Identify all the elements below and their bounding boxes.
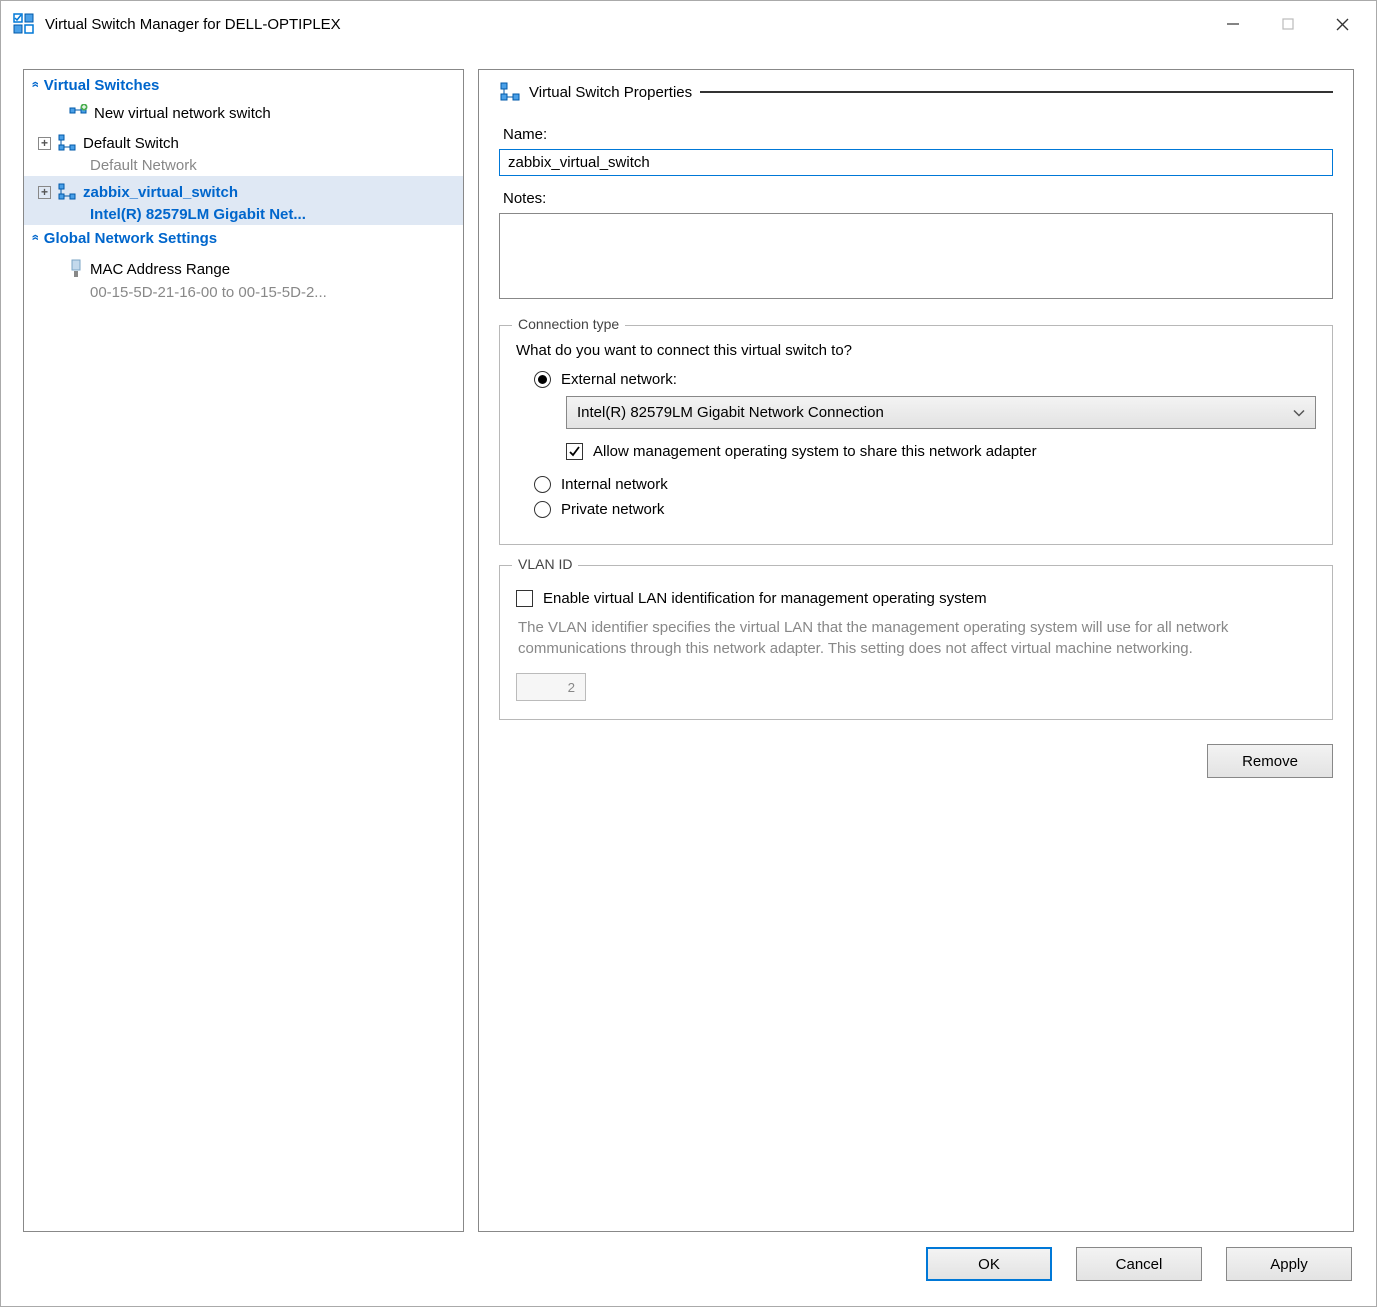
- tree-item-label: Default Switch: [83, 135, 179, 152]
- adapter-select-value: Intel(R) 82579LM Gigabit Network Connect…: [577, 404, 884, 421]
- main-area: » Virtual Switches New virtual network s…: [1, 47, 1376, 1242]
- name-label: Name:: [503, 126, 1333, 143]
- tree-item-sublabel: Intel(R) 82579LM Gigabit Net...: [24, 206, 463, 223]
- maximize-button[interactable]: [1260, 4, 1315, 44]
- window-title: Virtual Switch Manager for DELL-OPTIPLEX: [45, 16, 1205, 33]
- vlan-group: VLAN ID Enable virtual LAN identificatio…: [499, 565, 1333, 720]
- expand-icon[interactable]: +: [38, 137, 51, 150]
- chevron-down-icon: [1293, 404, 1305, 421]
- titlebar[interactable]: Virtual Switch Manager for DELL-OPTIPLEX: [1, 1, 1376, 47]
- tree-item-sublabel: Default Network: [24, 157, 463, 174]
- remove-button[interactable]: Remove: [1207, 744, 1333, 778]
- tree-item-sublabel: 00-15-5D-21-16-00 to 00-15-5D-2...: [24, 284, 463, 301]
- vlan-enable-row[interactable]: Enable virtual LAN identification for ma…: [516, 590, 1316, 607]
- radio-internal-row[interactable]: Internal network: [516, 476, 1316, 493]
- allow-mgmt-row[interactable]: Allow management operating system to sha…: [516, 443, 1316, 460]
- tree-item-label: New virtual network switch: [94, 105, 271, 122]
- right-properties-pane: Virtual Switch Properties Name: Notes: C…: [478, 69, 1354, 1232]
- app-icon: [13, 13, 35, 35]
- switch-icon: [57, 183, 77, 201]
- radio-internal-label: Internal network: [561, 476, 668, 493]
- group-legend: VLAN ID: [512, 556, 578, 572]
- tree-header-global-network[interactable]: » Global Network Settings: [24, 225, 463, 252]
- new-switch-icon: [68, 104, 88, 122]
- tree-header-virtual-switches[interactable]: » Virtual Switches: [24, 72, 463, 99]
- allow-mgmt-checkbox[interactable]: [566, 443, 583, 460]
- divider: [700, 91, 1333, 93]
- collapse-icon: »: [26, 237, 42, 240]
- radio-external-row[interactable]: External network:: [516, 371, 1316, 388]
- expand-icon[interactable]: +: [38, 186, 51, 199]
- vlan-enable-label: Enable virtual LAN identification for ma…: [543, 590, 987, 607]
- vlan-id-input: [516, 673, 586, 701]
- section-header: Virtual Switch Properties: [499, 82, 1333, 102]
- notes-textarea[interactable]: [499, 213, 1333, 299]
- radio-external[interactable]: [534, 371, 551, 388]
- notes-label: Notes:: [503, 190, 1333, 207]
- nic-icon: [68, 259, 84, 279]
- switch-icon: [57, 134, 77, 152]
- vlan-help-text: The VLAN identifier specifies the virtua…: [518, 617, 1314, 659]
- tree-header-label: Virtual Switches: [44, 77, 160, 94]
- ok-button[interactable]: OK: [926, 1247, 1052, 1281]
- name-input[interactable]: [499, 149, 1333, 176]
- left-tree-pane: » Virtual Switches New virtual network s…: [23, 69, 464, 1232]
- radio-private-label: Private network: [561, 501, 664, 518]
- adapter-select[interactable]: Intel(R) 82579LM Gigabit Network Connect…: [566, 396, 1316, 429]
- radio-external-label: External network:: [561, 371, 677, 388]
- tree-item-new-switch[interactable]: New virtual network switch: [24, 99, 463, 127]
- tree-item-mac-range[interactable]: MAC Address Range 00-15-5D-21-16-00 to 0…: [24, 252, 463, 303]
- radio-internal[interactable]: [534, 476, 551, 493]
- collapse-icon: »: [26, 84, 42, 87]
- cancel-button[interactable]: Cancel: [1076, 1247, 1202, 1281]
- footer-buttons: OK Cancel Apply: [1, 1242, 1376, 1306]
- tree-item-zabbix-switch[interactable]: + zabbix_virtual_switch Intel(R) 82579LM…: [24, 176, 463, 225]
- connection-prompt: What do you want to connect this virtual…: [516, 342, 1316, 359]
- tree-item-label: MAC Address Range: [90, 261, 230, 278]
- tree-header-label: Global Network Settings: [44, 230, 217, 247]
- radio-private-row[interactable]: Private network: [516, 501, 1316, 518]
- apply-button[interactable]: Apply: [1226, 1247, 1352, 1281]
- switch-icon: [499, 82, 521, 102]
- close-button[interactable]: [1315, 4, 1370, 44]
- connection-type-group: Connection type What do you want to conn…: [499, 325, 1333, 545]
- allow-mgmt-label: Allow management operating system to sha…: [593, 443, 1037, 460]
- vlan-enable-checkbox[interactable]: [516, 590, 533, 607]
- section-title: Virtual Switch Properties: [529, 84, 692, 101]
- group-legend: Connection type: [512, 316, 625, 332]
- tree-item-label: zabbix_virtual_switch: [83, 184, 238, 201]
- tree-item-default-switch[interactable]: + Default Switch Default Network: [24, 127, 463, 176]
- window-frame: Virtual Switch Manager for DELL-OPTIPLEX…: [0, 0, 1377, 1307]
- window-controls: [1205, 4, 1370, 44]
- minimize-button[interactable]: [1205, 4, 1260, 44]
- radio-private[interactable]: [534, 501, 551, 518]
